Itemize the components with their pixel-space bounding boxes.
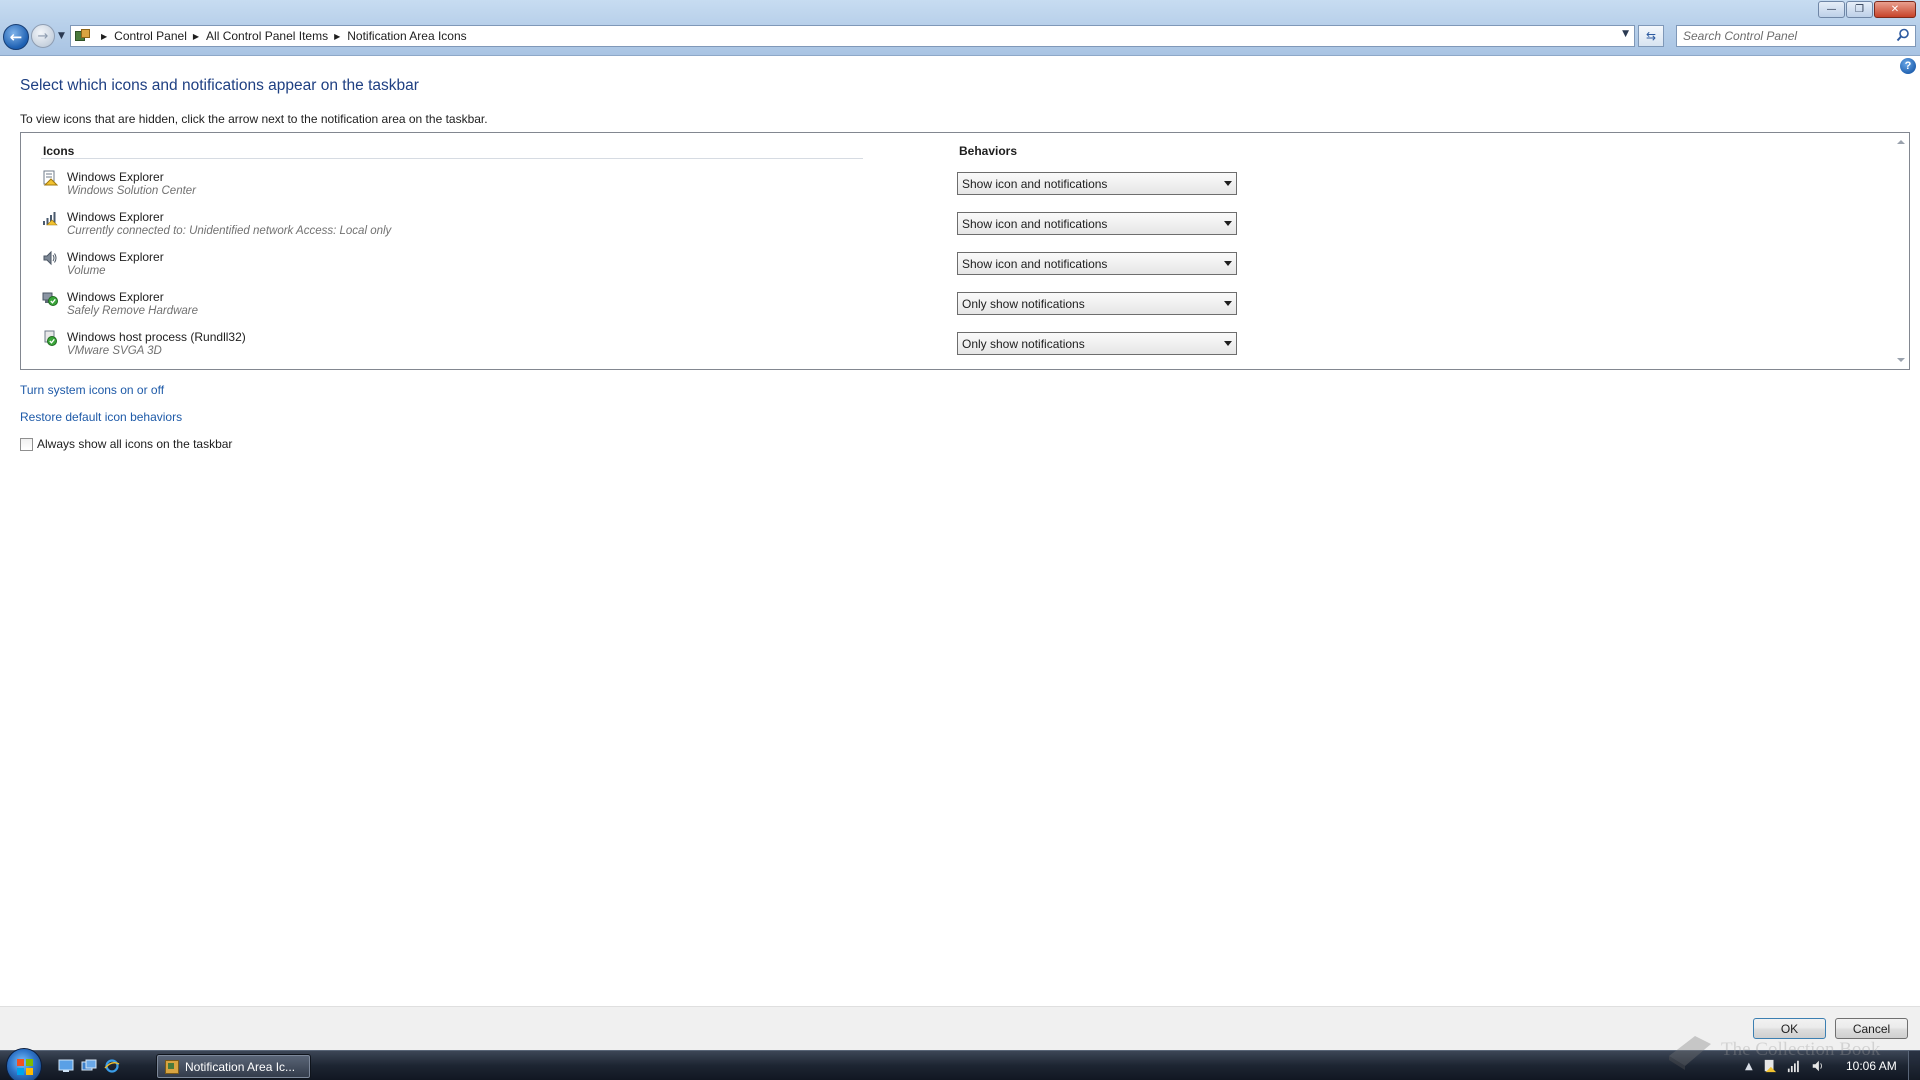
list-item: Windows Explorer Currently connected to:… — [21, 207, 1891, 247]
behavior-dropdown[interactable]: Show icon and notifications — [957, 252, 1237, 275]
breadcrumb-separator-icon[interactable]: ▶ — [334, 32, 340, 41]
behavior-dropdown[interactable]: Show icon and notifications — [957, 212, 1237, 235]
row-title: Windows host process (Rundll32) — [67, 330, 246, 344]
restore-defaults-link[interactable]: Restore default icon behaviors — [20, 410, 182, 424]
control-panel-icon — [75, 29, 91, 43]
always-show-label[interactable]: Always show all icons on the taskbar — [37, 437, 232, 451]
row-subtitle: Currently connected to: Unidentified net… — [67, 225, 392, 237]
icons-column-header: Icons — [43, 144, 75, 158]
behavior-value: Only show notifications — [962, 336, 1085, 351]
behavior-value: Only show notifications — [962, 296, 1085, 311]
chevron-down-icon — [1224, 301, 1232, 306]
close-button[interactable]: ✕ — [1874, 1, 1916, 18]
search-input[interactable] — [1683, 29, 1893, 43]
show-desktop-quicklaunch-icon[interactable] — [58, 1058, 74, 1074]
back-button[interactable]: ← — [3, 24, 29, 50]
row-subtitle: Volume — [67, 265, 106, 277]
scroll-down-icon[interactable] — [1897, 358, 1905, 362]
watermark-text: The Collection Book — [1721, 1039, 1881, 1060]
show-desktop-button[interactable] — [1908, 1051, 1920, 1080]
start-button[interactable] — [6, 1048, 42, 1080]
recent-pages-dropdown[interactable]: ▼ — [58, 31, 65, 41]
behavior-dropdown[interactable]: Show icon and notifications — [957, 172, 1237, 195]
breadcrumb-separator-icon[interactable]: ▶ — [101, 32, 107, 41]
network-icon — [43, 212, 58, 226]
chevron-down-icon — [1224, 341, 1232, 346]
row-title: Windows Explorer — [67, 250, 164, 264]
chevron-down-icon — [1224, 181, 1232, 186]
help-icon[interactable]: ? — [1900, 58, 1916, 74]
dialog-button-bar: OK Cancel — [0, 1006, 1920, 1050]
row-title: Windows Explorer — [67, 170, 164, 184]
book-icon — [1669, 1036, 1711, 1070]
header-divider — [41, 158, 863, 159]
chevron-down-icon — [1224, 261, 1232, 266]
watermark: The Collection Book — [1665, 1030, 1880, 1070]
refresh-icon: ⇆ — [1645, 29, 1657, 43]
windows-logo-icon — [17, 1059, 33, 1075]
switch-windows-icon[interactable] — [81, 1058, 97, 1074]
behavior-value: Show icon and notifications — [962, 256, 1108, 271]
page-title: Select which icons and notifications app… — [20, 77, 419, 94]
row-title: Windows Explorer — [67, 210, 164, 224]
behavior-dropdown[interactable]: Only show notifications — [957, 292, 1237, 315]
list-scrollbar[interactable] — [1894, 134, 1908, 368]
control-panel-icon — [165, 1059, 179, 1074]
minimize-button[interactable]: — — [1818, 1, 1845, 18]
chevron-down-icon — [1224, 221, 1232, 226]
restore-button[interactable]: ❐ — [1846, 1, 1873, 18]
always-show-option[interactable]: Always show all icons on the taskbar — [20, 437, 232, 451]
list-item: Windows Explorer Safely Remove Hardware … — [21, 287, 1891, 327]
internet-explorer-icon[interactable] — [104, 1058, 120, 1074]
breadcrumb-control-panel[interactable]: Control Panel — [114, 29, 187, 43]
behaviors-column-header: Behaviors — [959, 144, 1018, 158]
back-arrow-icon: ← — [9, 28, 23, 46]
always-show-checkbox[interactable] — [20, 437, 33, 451]
taskbar: Notification Area Ic... ▲ 10:06 AM — [0, 1048, 1920, 1080]
search-box[interactable] — [1676, 25, 1916, 47]
breadcrumb-notification-area-icons[interactable]: Notification Area Icons — [347, 29, 466, 43]
volume-icon — [43, 250, 57, 266]
forward-button[interactable]: → — [31, 24, 55, 48]
list-item: Windows Explorer Volume Show icon and no… — [21, 247, 1891, 287]
row-subtitle: Windows Solution Center — [67, 185, 197, 197]
row-subtitle: Safely Remove Hardware — [67, 305, 199, 317]
breadcrumb-separator-icon[interactable]: ▶ — [193, 32, 199, 41]
row-title: Windows Explorer — [67, 290, 164, 304]
title-bar: — ❐ ✕ ← → ▼ ▶ Control Panel ▶ All Contro… — [0, 0, 1920, 56]
refresh-button[interactable]: ⇆ — [1638, 25, 1664, 47]
list-item: Windows host process (Rundll32) VMware S… — [21, 327, 1891, 367]
taskbar-item-notification-area-icons[interactable]: Notification Area Ic... — [156, 1054, 311, 1079]
address-dropdown-icon[interactable]: ▼ — [1622, 29, 1629, 39]
vmware-svga-icon — [44, 330, 57, 346]
scroll-up-icon[interactable] — [1897, 140, 1905, 144]
action-center-icon — [43, 170, 58, 186]
behavior-dropdown[interactable]: Only show notifications — [957, 332, 1237, 355]
list-item: Windows Explorer Windows Solution Center… — [21, 167, 1891, 207]
search-icon[interactable] — [1896, 28, 1910, 42]
safely-remove-hardware-icon — [42, 292, 58, 306]
breadcrumb-all-items[interactable]: All Control Panel Items — [206, 29, 328, 43]
notification-icons-list: Icons Behaviors Windows Explorer Windows… — [20, 132, 1910, 370]
taskbar-item-label: Notification Area Ic... — [185, 1059, 296, 1074]
behavior-value: Show icon and notifications — [962, 216, 1108, 231]
behavior-value: Show icon and notifications — [962, 176, 1108, 191]
row-subtitle: VMware SVGA 3D — [67, 345, 162, 357]
address-bar[interactable]: ▶ Control Panel ▶ All Control Panel Item… — [70, 25, 1635, 47]
turn-system-icons-link[interactable]: Turn system icons on or off — [20, 383, 164, 397]
instructions-text: To view icons that are hidden, click the… — [20, 112, 488, 126]
window-controls: — ❐ ✕ — [1818, 1, 1916, 18]
forward-arrow-icon: → — [37, 28, 49, 44]
